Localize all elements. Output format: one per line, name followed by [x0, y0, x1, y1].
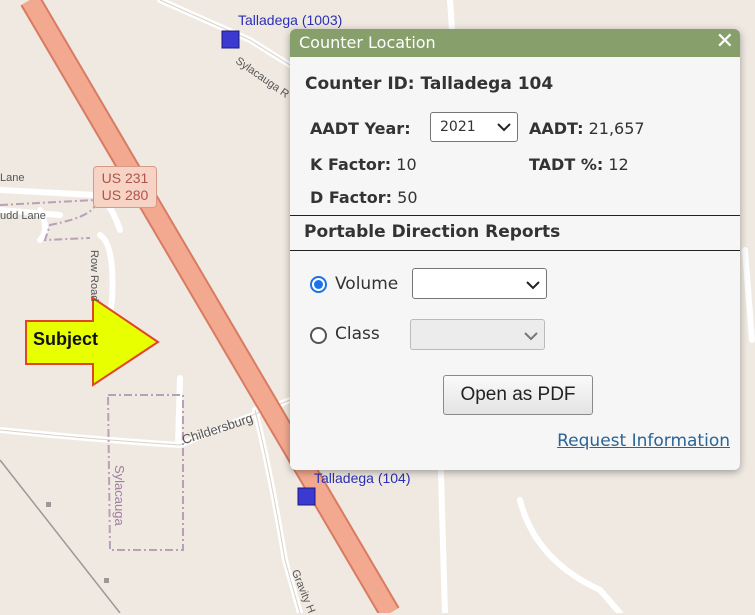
counter-marker-104[interactable] — [297, 487, 316, 506]
popup-title: Counter Location — [299, 33, 436, 52]
aadt-value: 21,657 — [588, 119, 645, 138]
route-shield: US 231 US 280 — [93, 166, 157, 208]
volume-label: Volume — [335, 274, 399, 294]
volume-radio[interactable] — [310, 276, 327, 293]
counter-label-1003[interactable]: Talladega (1003) — [238, 12, 342, 28]
k-factor-field: K Factor: 10 — [310, 155, 417, 174]
volume-dropdown[interactable] — [412, 268, 547, 299]
counter-popup: Counter Location ✕ Counter ID: Talladega… — [290, 29, 740, 470]
open-pdf-button[interactable]: Open as PDF — [443, 375, 593, 415]
road-label-lane: Lane — [0, 172, 25, 184]
chevron-down-icon — [526, 281, 540, 290]
shield-line-1: US 231 — [101, 170, 149, 186]
k-factor-value: 10 — [396, 155, 417, 174]
counter-label-104[interactable]: Talladega (104) — [314, 470, 411, 486]
d-factor-value: 50 — [397, 188, 418, 207]
road-label-row-road: Row Road — [88, 250, 100, 302]
request-information-link[interactable]: Request Information — [557, 431, 730, 451]
class-dropdown[interactable] — [410, 319, 545, 350]
tadt-value: 12 — [608, 155, 629, 174]
counter-marker-1003[interactable] — [221, 30, 240, 49]
close-icon[interactable]: ✕ — [716, 29, 734, 55]
divider-top — [290, 215, 740, 216]
aadt-label: AADT: — [529, 119, 584, 138]
class-label: Class — [335, 324, 380, 344]
tadt-label: TADT %: — [529, 155, 604, 174]
area-label-sylacauga: Sylacauga — [112, 465, 127, 526]
chevron-down-icon — [524, 332, 538, 341]
section-title: Portable Direction Reports — [304, 222, 561, 242]
tadt-field: TADT %: 12 — [529, 155, 629, 174]
chevron-down-icon — [497, 123, 511, 132]
d-factor-field: D Factor: 50 — [310, 188, 418, 207]
aadt-year-label: AADT Year: — [310, 119, 411, 138]
subject-label: Subject — [33, 329, 99, 349]
shield-line-2: US 280 — [101, 187, 149, 203]
road-label-udd-lane: udd Lane — [0, 210, 46, 222]
d-factor-label: D Factor: — [310, 188, 393, 207]
popup-header: Counter Location ✕ — [290, 29, 740, 57]
aadt-year-value: 2021 — [440, 119, 476, 135]
divider-bottom — [290, 250, 740, 251]
aadt-year-select[interactable]: 2021 — [430, 112, 518, 142]
class-radio[interactable] — [310, 327, 327, 344]
k-factor-label: K Factor: — [310, 155, 392, 174]
counter-id: Counter ID: Talladega 104 — [305, 74, 554, 94]
aadt-field: AADT: 21,657 — [529, 119, 645, 138]
